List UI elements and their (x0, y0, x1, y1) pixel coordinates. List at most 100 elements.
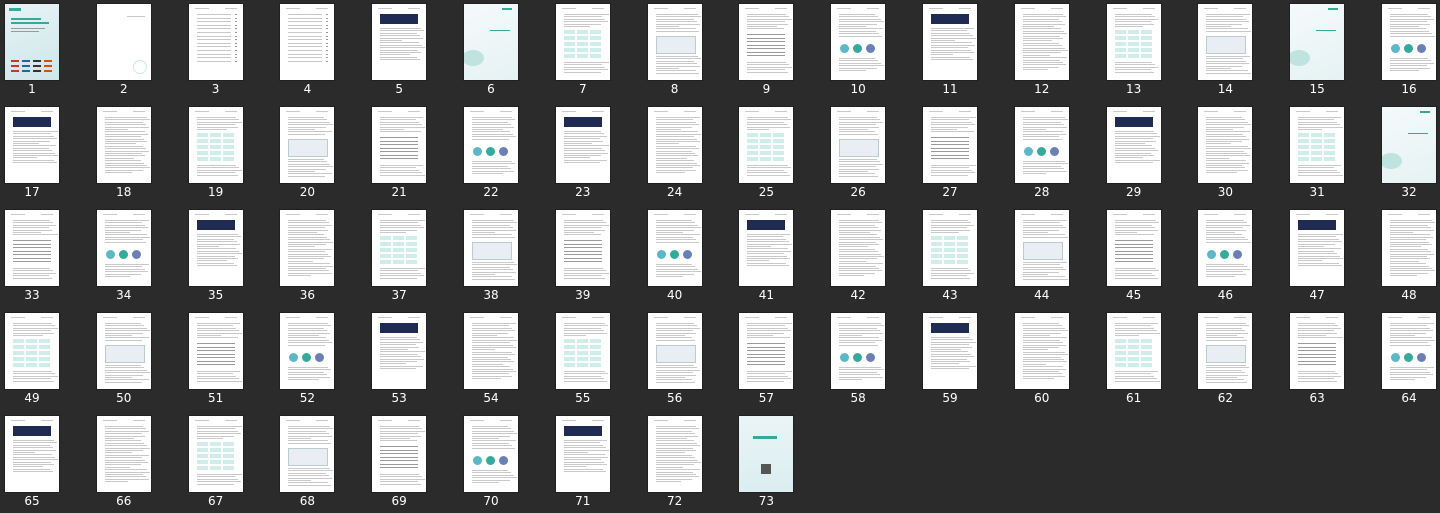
page-thumbnail-image[interactable] (96, 210, 151, 286)
page-thumbnail-image[interactable] (647, 416, 702, 492)
page-thumbnail-item[interactable]: 26 (831, 107, 886, 203)
page-thumbnail-item[interactable]: 55 (555, 313, 610, 409)
page-thumbnail-item[interactable]: 47 (1290, 210, 1345, 306)
page-thumbnail-item[interactable]: 52 (280, 313, 335, 409)
page-thumbnail-item[interactable]: 65 (5, 416, 59, 512)
page-thumbnail-image[interactable] (923, 210, 977, 286)
page-thumbnail-item[interactable]: 71 (555, 416, 610, 512)
page-thumbnail-item[interactable]: 60 (1014, 313, 1069, 409)
page-thumbnail-item[interactable]: 33 (5, 210, 59, 306)
page-thumbnail-image[interactable] (188, 313, 243, 389)
page-thumbnail-item[interactable]: 14 (1198, 4, 1253, 100)
page-thumbnail-item[interactable]: 28 (1014, 107, 1069, 203)
page-thumbnail-item[interactable]: 4 (280, 4, 335, 100)
page-thumbnail-image[interactable] (96, 107, 151, 183)
page-thumbnail-item[interactable]: 50 (96, 313, 151, 409)
page-thumbnail-item[interactable]: 40 (647, 210, 702, 306)
page-thumbnail-item[interactable]: 1 (5, 4, 59, 100)
page-thumbnail-item[interactable]: 68 (280, 416, 335, 512)
page-thumbnail-item[interactable]: 43 (923, 210, 977, 306)
page-thumbnail-image[interactable] (188, 4, 243, 80)
page-thumbnail-image[interactable] (280, 416, 335, 492)
page-thumbnail-image[interactable] (1290, 107, 1345, 183)
page-thumbnail-image[interactable] (280, 210, 335, 286)
page-thumbnail-image[interactable] (555, 313, 610, 389)
page-thumbnail-item[interactable]: 66 (96, 416, 151, 512)
page-thumbnail-image[interactable] (1382, 210, 1436, 286)
page-thumbnail-image[interactable] (739, 4, 794, 80)
page-thumbnail-image[interactable] (96, 416, 151, 492)
page-thumbnail-image[interactable] (831, 313, 886, 389)
page-thumbnail-item[interactable]: 3 (188, 4, 243, 100)
page-thumbnail-item[interactable]: 51 (188, 313, 243, 409)
page-thumbnail-image[interactable] (1290, 210, 1345, 286)
page-thumbnail-image[interactable] (555, 416, 610, 492)
page-thumbnail-image[interactable] (739, 210, 794, 286)
page-thumbnail-image[interactable] (923, 4, 977, 80)
page-thumbnail-item[interactable]: 19 (188, 107, 243, 203)
page-thumbnail-image[interactable] (188, 107, 243, 183)
page-thumbnail-image[interactable] (1198, 210, 1253, 286)
page-thumbnail-image[interactable] (555, 4, 610, 80)
page-thumbnail-item[interactable]: 38 (464, 210, 518, 306)
page-thumbnail-image[interactable] (923, 107, 977, 183)
page-thumbnail-item[interactable]: 56 (647, 313, 702, 409)
page-thumbnail-image[interactable] (647, 210, 702, 286)
page-thumbnail-item[interactable]: 70 (464, 416, 518, 512)
page-thumbnail-image[interactable] (464, 210, 518, 286)
page-thumbnail-item[interactable]: 54 (464, 313, 518, 409)
page-thumbnail-item[interactable]: 46 (1198, 210, 1253, 306)
page-thumbnail-image[interactable] (1198, 107, 1253, 183)
page-thumbnail-item[interactable]: 63 (1290, 313, 1345, 409)
page-thumbnail-item[interactable]: 64 (1382, 313, 1436, 409)
page-thumbnail-item[interactable]: 62 (1198, 313, 1253, 409)
page-thumbnail-image[interactable] (1290, 313, 1345, 389)
page-thumbnail-item[interactable]: 45 (1106, 210, 1161, 306)
page-thumbnail-image[interactable] (831, 107, 886, 183)
page-thumbnail-image[interactable] (1106, 313, 1161, 389)
page-thumbnail-item[interactable]: 9 (739, 4, 794, 100)
page-thumbnail-image[interactable] (5, 416, 59, 492)
page-thumbnail-item[interactable]: 37 (372, 210, 427, 306)
page-thumbnail-image[interactable] (1014, 107, 1069, 183)
page-thumbnail-item[interactable]: 41 (739, 210, 794, 306)
page-thumbnail-item[interactable]: 57 (739, 313, 794, 409)
page-thumbnail-item[interactable]: 67 (188, 416, 243, 512)
page-thumbnail-image[interactable] (831, 4, 886, 80)
page-thumbnail-item[interactable]: 8 (647, 4, 702, 100)
page-thumbnail-item[interactable]: 11 (923, 4, 977, 100)
page-thumbnail-image[interactable] (923, 313, 977, 389)
page-thumbnail-image[interactable] (831, 210, 886, 286)
page-thumbnail-item[interactable]: 30 (1198, 107, 1253, 203)
page-thumbnail-item[interactable]: 2 (96, 4, 151, 100)
page-thumbnail-image[interactable] (739, 313, 794, 389)
page-thumbnail-image[interactable] (1382, 4, 1436, 80)
page-thumbnail-item[interactable]: 44 (1014, 210, 1069, 306)
page-thumbnail-image[interactable] (464, 4, 518, 80)
page-thumbnail-item[interactable]: 34 (96, 210, 151, 306)
page-thumbnail-item[interactable]: 69 (372, 416, 427, 512)
page-thumbnail-item[interactable]: 49 (5, 313, 59, 409)
page-thumbnail-image[interactable] (555, 210, 610, 286)
page-thumbnail-item[interactable]: 24 (647, 107, 702, 203)
page-thumbnail-image[interactable] (464, 313, 518, 389)
page-thumbnail-image[interactable] (647, 107, 702, 183)
page-thumbnail-item[interactable]: 73 (739, 416, 794, 512)
page-thumbnail-image[interactable] (188, 210, 243, 286)
page-thumbnail-image[interactable] (372, 416, 427, 492)
page-thumbnail-image[interactable] (188, 416, 243, 492)
page-thumbnail-item[interactable]: 18 (96, 107, 151, 203)
page-thumbnail-item[interactable]: 35 (188, 210, 243, 306)
page-thumbnail-item[interactable]: 13 (1106, 4, 1161, 100)
page-thumbnail-item[interactable]: 25 (739, 107, 794, 203)
page-thumbnail-image[interactable] (1014, 4, 1069, 80)
page-thumbnail-item[interactable]: 36 (280, 210, 335, 306)
page-thumbnail-item[interactable]: 29 (1106, 107, 1161, 203)
page-thumbnail-image[interactable] (5, 107, 59, 183)
page-thumbnail-image[interactable] (5, 210, 59, 286)
page-thumbnail-item[interactable]: 31 (1290, 107, 1345, 203)
page-thumbnail-item[interactable]: 58 (831, 313, 886, 409)
page-thumbnail-item[interactable]: 10 (831, 4, 886, 100)
page-thumbnail-item[interactable]: 5 (372, 4, 427, 100)
page-thumbnail-item[interactable]: 22 (464, 107, 518, 203)
